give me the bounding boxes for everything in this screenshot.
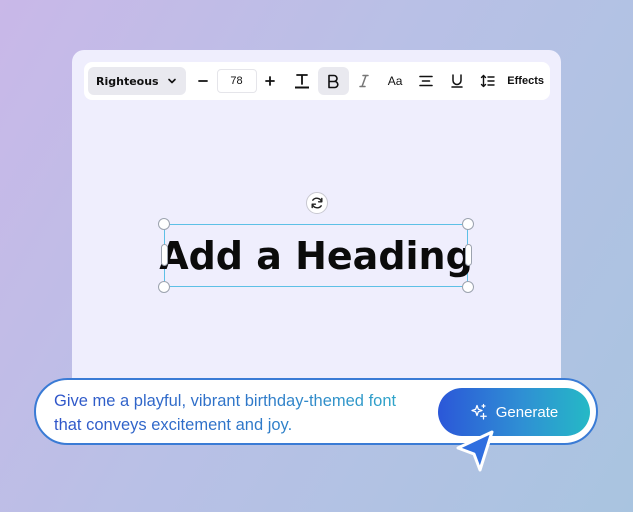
text-toolbar: Righteous 78 Aa Effects (84, 62, 550, 100)
resize-handle-top-right[interactable] (462, 218, 474, 230)
rotate-handle[interactable] (306, 192, 328, 214)
prompt-input[interactable]: Give me a playful, vibrant birthday-them… (54, 389, 434, 437)
heading-text[interactable]: Add a Heading (159, 225, 473, 286)
canvas-card (72, 50, 561, 390)
text-color-button[interactable] (287, 67, 318, 95)
prompt-text-line: Give me a playful, vibrant birthday-them… (54, 392, 397, 410)
letter-case-button[interactable]: Aa (380, 67, 411, 95)
underline-icon (451, 74, 463, 88)
plus-icon (265, 76, 275, 86)
resize-handle-bottom-left[interactable] (158, 281, 170, 293)
decrease-size-button[interactable] (192, 67, 214, 95)
letter-case-icon: Aa (387, 74, 403, 88)
increase-size-button[interactable] (259, 67, 281, 95)
font-size-stepper: 78 (192, 67, 281, 95)
italic-icon (359, 74, 369, 88)
text-selection-box[interactable]: Add a Heading (158, 218, 474, 293)
line-spacing-icon (480, 74, 495, 88)
generate-label: Generate (495, 403, 559, 421)
bold-icon (328, 74, 339, 89)
chevron-down-icon (168, 78, 176, 84)
rotate-icon (311, 197, 323, 209)
resize-handle-top-left[interactable] (158, 218, 170, 230)
font-family-label: Righteous (96, 74, 159, 88)
minus-icon (198, 80, 208, 82)
effects-button[interactable]: Effects (505, 75, 546, 87)
bold-button[interactable] (317, 67, 349, 95)
line-spacing-button[interactable] (472, 67, 503, 95)
italic-button[interactable] (349, 67, 380, 95)
resize-handle-right[interactable] (464, 244, 472, 266)
sparkle-icon (471, 403, 487, 420)
font-family-dropdown[interactable]: Righteous (88, 67, 187, 95)
resize-handle-bottom-right[interactable] (462, 281, 474, 293)
prompt-text-line: that conveys excitement and joy. (54, 416, 293, 434)
align-center-button[interactable] (411, 67, 442, 95)
ai-prompt-bar: Give me a playful, vibrant birthday-them… (34, 378, 598, 445)
align-center-icon (419, 75, 433, 87)
font-size-input[interactable]: 78 (216, 69, 257, 93)
resize-handle-left[interactable] (160, 244, 168, 266)
text-color-icon (295, 74, 310, 89)
mouse-pointer-icon (456, 430, 494, 472)
underline-button[interactable] (441, 67, 472, 95)
